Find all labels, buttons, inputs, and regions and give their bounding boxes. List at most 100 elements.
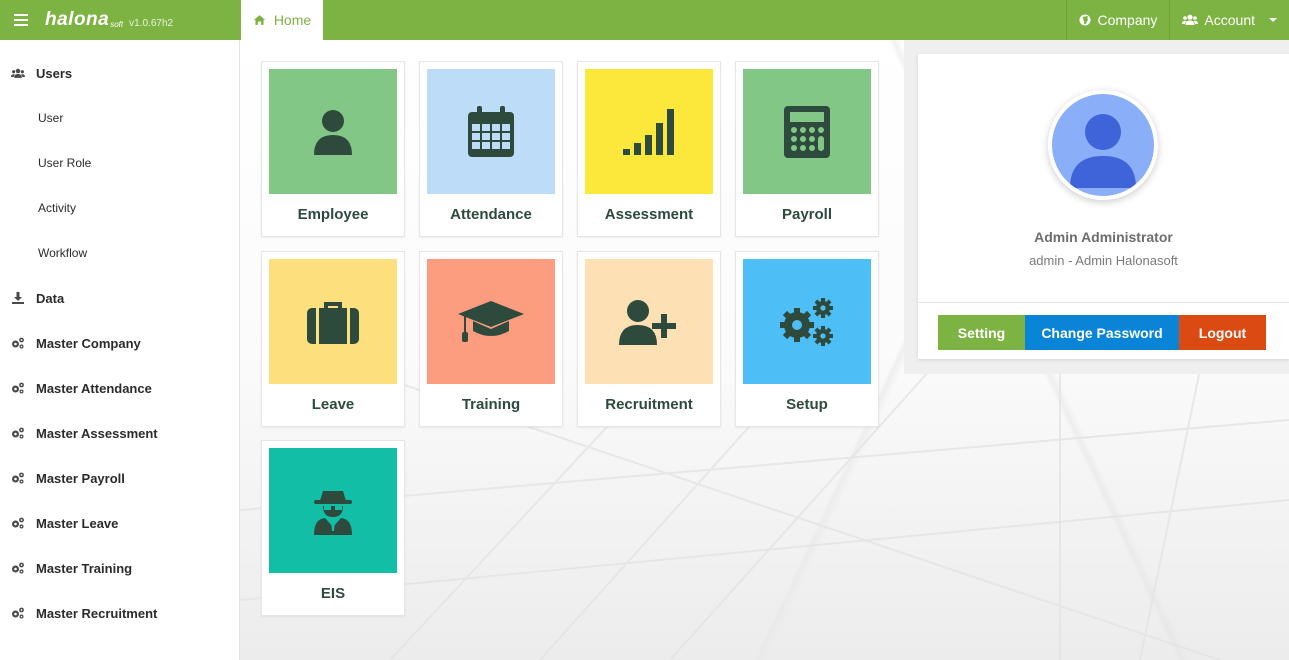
tile-label: Leave (311, 396, 355, 413)
tile-label: Training (461, 396, 521, 413)
sidebar-item-label: User Role (38, 156, 92, 170)
setting-button[interactable]: Setting (938, 315, 1025, 350)
logout-button[interactable]: Logout (1179, 315, 1266, 350)
brand-area: halona soft v1.0.67h2 (0, 0, 240, 40)
sidebar-item-users[interactable]: Users (0, 51, 239, 95)
user-avatar-icon (1070, 114, 1136, 188)
users-icon (1182, 14, 1199, 25)
home-icon (253, 15, 265, 25)
hamburger-menu-icon[interactable] (14, 14, 28, 26)
cogs-icon (11, 381, 25, 395)
avatar-image (1052, 94, 1154, 196)
account-menu-label: Account (1204, 12, 1255, 28)
cogs-icon (780, 297, 833, 346)
tile-swatch (585, 69, 713, 194)
sidebar-item-label: Workflow (38, 246, 88, 260)
company-menu[interactable]: Company (1066, 0, 1169, 40)
sidebar-item-label: User (38, 111, 64, 125)
sidebar-item-master-attendance[interactable]: Master Attendance (0, 366, 239, 410)
profile-divider (918, 302, 1289, 303)
calendar-icon (468, 105, 514, 157)
tile-swatch (427, 69, 555, 194)
tile-assessment[interactable]: Assessment (577, 61, 721, 237)
sidebar-item-master-company[interactable]: Master Company (0, 321, 239, 365)
user-plus-icon (619, 299, 676, 345)
profile-name: Admin Administrator (1034, 229, 1173, 245)
cogs-icon (11, 606, 25, 620)
top-right-menu: Company Account (1066, 0, 1289, 40)
logo-text[interactable]: halona (45, 9, 109, 31)
sidebar-item-label: Master Recruitment (36, 605, 158, 621)
tile-swatch (269, 69, 397, 194)
sidebar-item-master-training[interactable]: Master Training (0, 546, 239, 590)
top-navbar: halona soft v1.0.67h2 Home Company Accou… (0, 0, 1289, 40)
sidebar-item-master-payroll[interactable]: Master Payroll (0, 456, 239, 500)
tile-label: Attendance (450, 206, 532, 223)
profile-panel: Admin Administrator admin - Admin Halona… (904, 40, 1289, 374)
tile-swatch (427, 259, 555, 384)
cogs-icon (11, 336, 25, 350)
tile-label: Payroll (781, 206, 833, 223)
tile-swatch (585, 259, 713, 384)
sidebar-item-label: Master Payroll (36, 470, 125, 486)
tile-swatch (743, 259, 871, 384)
tab-home-label: Home (273, 12, 312, 28)
sidebar-item-label: Master Attendance (36, 380, 152, 396)
signal-bars-icon (623, 108, 674, 155)
tile-training[interactable]: Training (419, 251, 563, 427)
tile-attendance[interactable]: Attendance (419, 61, 563, 237)
sidebar-item-data[interactable]: Data (0, 276, 239, 320)
sidebar-item-master-assessment[interactable]: Master Assessment (0, 411, 239, 455)
sidebar-item-user[interactable]: User (0, 96, 239, 140)
tile-leave[interactable]: Leave (261, 251, 405, 427)
tile-label: Employee (297, 206, 369, 223)
sidebar-item-workflow[interactable]: Workflow (0, 231, 239, 275)
users-icon (11, 66, 25, 80)
graduation-cap-icon (458, 300, 524, 342)
sidebar-item-label: Data (36, 290, 65, 306)
sidebar-item-user-role[interactable]: User Role (0, 141, 239, 185)
user-secret-icon (314, 490, 352, 535)
logo-subtext: soft (110, 19, 124, 29)
sidebar-item-label: Master Company (36, 335, 141, 351)
sidebar-item-label: Master Training (36, 560, 133, 576)
tile-eis[interactable]: EIS (261, 440, 405, 616)
tile-employee[interactable]: Employee (261, 61, 405, 237)
cogs-icon (11, 561, 25, 575)
sidebar-item-activity[interactable]: Activity (0, 186, 239, 230)
chevron-down-icon (1269, 18, 1277, 22)
tile-label: Recruitment (605, 396, 693, 413)
tile-recruitment[interactable]: Recruitment (577, 251, 721, 427)
tile-swatch (269, 448, 397, 573)
sidebar-item-label: Master Assessment (36, 425, 158, 441)
calculator-icon (784, 105, 830, 158)
tile-swatch (269, 259, 397, 384)
profile-role: admin - Admin Halonasoft (1029, 253, 1178, 268)
sidebar-item-master-leave[interactable]: Master Leave (0, 501, 239, 545)
change-password-button[interactable]: Change Password (1025, 315, 1179, 350)
briefcase-icon (307, 301, 359, 344)
sidebar-item-master-recruitment[interactable]: Master Recruitment (0, 591, 239, 635)
sidebar-item-label: Activity (38, 201, 77, 215)
user-icon (314, 109, 352, 155)
tile-swatch (743, 69, 871, 194)
tile-setup[interactable]: Setup (735, 251, 879, 427)
cogs-icon (11, 471, 25, 485)
tile-label: Assessment (604, 206, 694, 223)
tab-home[interactable]: Home (241, 0, 323, 40)
sidebar: Users User User Role Activity Workflow D… (0, 40, 240, 660)
tile-payroll[interactable]: Payroll (735, 61, 879, 237)
tile-label: Setup (786, 396, 828, 413)
avatar[interactable] (1048, 90, 1158, 200)
cogs-icon (11, 516, 25, 530)
sidebar-item-label: Master Leave (36, 515, 119, 531)
account-menu[interactable]: Account (1169, 0, 1289, 40)
version-label: v1.0.67h2 (129, 17, 174, 29)
sidebar-item-label: Users (36, 65, 73, 81)
globe-icon (1079, 14, 1091, 26)
tile-label: EIS (320, 585, 346, 602)
cogs-icon (11, 426, 25, 440)
company-menu-label: Company (1097, 12, 1158, 28)
download-icon (11, 291, 25, 305)
profile-card: Admin Administrator admin - Admin Halona… (918, 54, 1289, 359)
